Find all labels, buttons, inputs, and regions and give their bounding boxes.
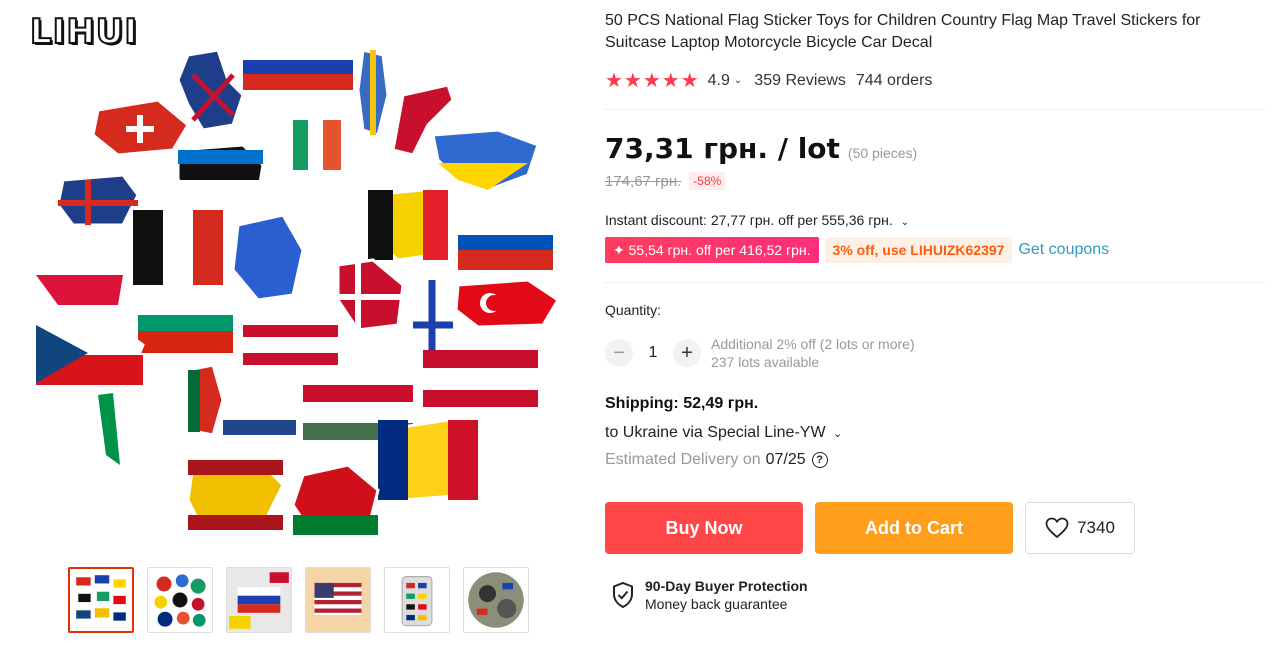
rating-row: ★★★★★ 4.9 ⌄ 359 Reviews 744 orders	[605, 68, 932, 93]
chevron-down-icon[interactable]: ⌄	[734, 75, 742, 86]
chevron-down-icon: ⌄	[900, 217, 909, 228]
thumbnail-2[interactable]	[147, 567, 213, 633]
thumbnail-1[interactable]	[68, 567, 134, 633]
original-price: 174,67 грн.	[605, 172, 682, 190]
heart-icon	[1045, 517, 1069, 539]
add-to-cart-button[interactable]: Add to Cart	[815, 502, 1013, 554]
buy-now-button[interactable]: Buy Now	[605, 502, 803, 554]
quantity-decrease-button[interactable]: −	[605, 339, 633, 367]
quantity-notes: Additional 2% off (2 lots or more) 237 l…	[711, 335, 915, 371]
thumbnail-3[interactable]	[226, 567, 292, 633]
pieces-per-lot: (50 pieces)	[847, 145, 918, 161]
get-coupons-link[interactable]: Get coupons	[1018, 241, 1109, 259]
buyer-protection: 90-Day Buyer Protection Money back guara…	[611, 578, 808, 612]
orders-count: 744 orders	[855, 71, 933, 89]
wishlist-button[interactable]: 7340	[1025, 502, 1135, 554]
rating-value[interactable]: 4.9	[708, 72, 730, 90]
product-gallery: LIHUI	[0, 0, 590, 671]
star-icon: ★★★★★	[605, 70, 700, 92]
quantity-input[interactable]: 1	[633, 344, 673, 362]
shipping-method[interactable]: to Ukraine via Special Line-YW ⌄	[605, 424, 842, 442]
original-price-row: 174,67 грн. -58%	[605, 172, 726, 190]
shipping-cost: Shipping: 52,49 грн.	[605, 395, 759, 412]
quantity-increase-button[interactable]: +	[673, 339, 701, 367]
reviews-link[interactable]: 359 Reviews	[754, 72, 846, 90]
bulk-discount-note: Additional 2% off (2 lots or more)	[711, 336, 915, 352]
wishlist-count: 7340	[1077, 518, 1115, 537]
coupon-row: ✦ 55,54 грн. off per 416,52 грн. 3% off,…	[605, 237, 1109, 263]
thumbnail-strip	[68, 567, 529, 633]
estimated-delivery-date: 07/25	[765, 451, 806, 468]
price-row: 73,31 грн. / lot (50 pieces)	[605, 132, 917, 165]
quantity-label: Quantity:	[605, 302, 662, 318]
chevron-down-icon: ⌄	[833, 428, 843, 440]
promo-code-coupon[interactable]: 3% off, use LIHUIZK62397	[824, 237, 1013, 263]
protection-subtitle: Money back guarantee	[645, 596, 788, 612]
instant-discount-text: Instant discount: 27,77 грн. off per 555…	[605, 212, 893, 228]
stock-available: 237 lots available	[711, 354, 820, 370]
store-coupon[interactable]: ✦ 55,54 грн. off per 416,52 грн.	[605, 237, 819, 263]
thumbnail-5[interactable]	[384, 567, 450, 633]
thumbnail-4[interactable]	[305, 567, 371, 633]
protection-title: 90-Day Buyer Protection	[645, 578, 808, 594]
thumbnail-6[interactable]	[463, 567, 529, 633]
instant-discount[interactable]: Instant discount: 27,77 грн. off per 555…	[605, 212, 909, 228]
estimated-delivery-label: Estimated Delivery on	[605, 451, 761, 468]
action-buttons: Buy Now Add to Cart 7340	[605, 502, 1135, 554]
help-icon[interactable]: ?	[811, 452, 828, 468]
shield-check-icon	[613, 581, 633, 609]
estimated-delivery: Estimated Delivery on 07/25 ?	[605, 451, 828, 469]
product-title: 50 PCS National Flag Sticker Toys for Ch…	[605, 12, 1201, 51]
current-price: 73,31 грн. / lot	[605, 132, 840, 165]
quantity-stepper: − 1 + Additional 2% off (2 lots or more)…	[605, 335, 915, 371]
divider	[605, 282, 1265, 283]
discount-badge: -58%	[689, 172, 726, 190]
main-product-image[interactable]	[28, 35, 568, 555]
shipping-method-text: to Ukraine via Special Line-YW	[605, 424, 826, 441]
divider	[605, 109, 1265, 110]
